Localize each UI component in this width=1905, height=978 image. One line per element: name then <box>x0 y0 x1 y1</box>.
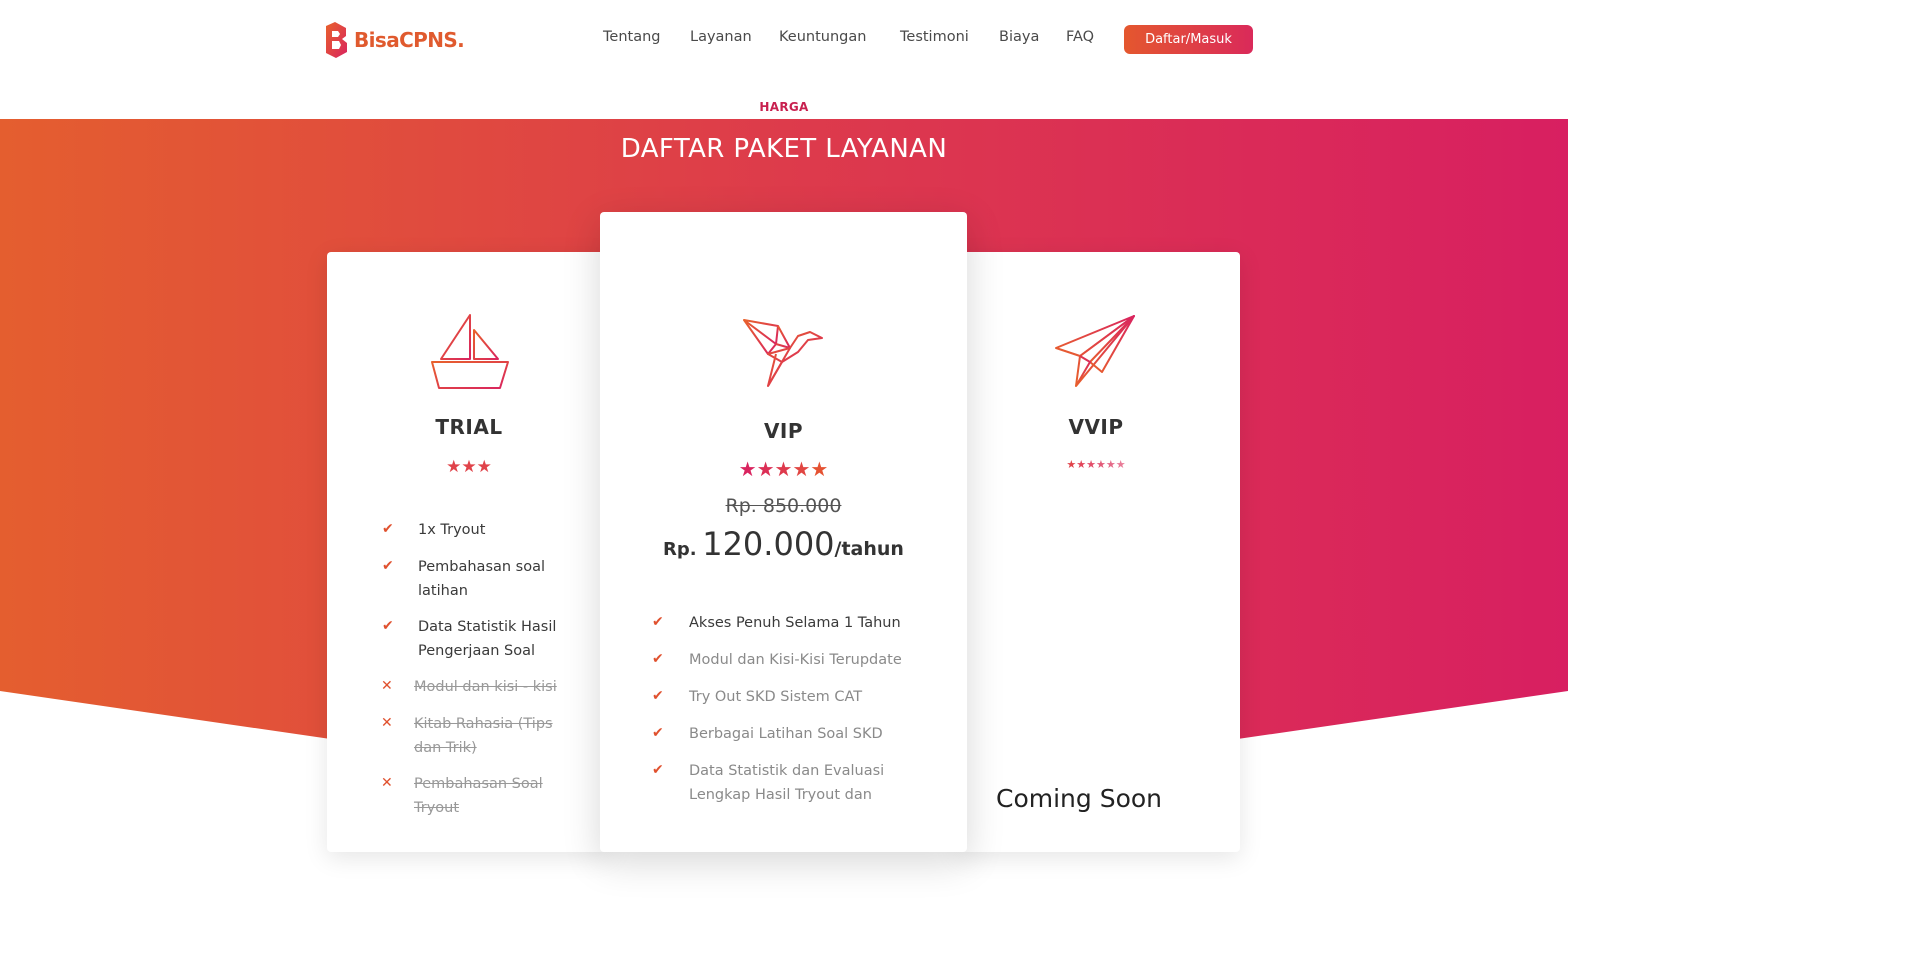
feature-item: Akses Penuh Selama 1 Tahun <box>689 615 901 631</box>
star-icon: ★ <box>446 457 462 477</box>
feature-item: Berbagai Latihan Soal SKD <box>689 726 883 742</box>
coming-soon-label: Coming Soon <box>996 784 1163 813</box>
rating-stars-vvip: ★ ★ ★ ★ ★ ★ <box>956 458 1236 471</box>
cross-icon: ✕ <box>381 715 393 731</box>
price-amount: 120.000 <box>702 525 835 563</box>
check-icon: ✔ <box>652 725 664 741</box>
sailboat-icon <box>431 314 509 389</box>
plan-name-vip: VIP <box>763 419 804 443</box>
star-icon: ★ <box>810 457 829 481</box>
price-period: /tahun <box>834 538 904 560</box>
feature-item-disabled: Modul dan kisi - kisi <box>414 679 557 695</box>
plan-name-trial: TRIAL <box>435 415 503 439</box>
feature-item-disabled: Kitab Rahasia (Tips dan Trik) <box>414 716 553 756</box>
brand-logo[interactable]: BisaCPNS. <box>323 20 465 60</box>
check-icon: ✔ <box>382 521 394 537</box>
feature-item-disabled: Pembahasan Soal Tryout <box>414 776 543 816</box>
cross-icon: ✕ <box>381 678 393 694</box>
check-icon: ✔ <box>652 688 664 704</box>
rating-stars-vip: ★ ★ ★ ★ ★ <box>600 457 967 481</box>
rating-stars-trial: ★ ★ ★ <box>327 457 611 477</box>
price-currency: Rp. <box>663 539 697 560</box>
brand-name: BisaCPNS. <box>354 28 465 52</box>
check-icon: ✔ <box>652 762 664 778</box>
nav-item-testimoni[interactable]: Testimoni <box>900 29 969 45</box>
plan-name-vvip: VVIP <box>1068 415 1124 439</box>
star-icon: ★ <box>738 457 757 481</box>
nav-item-biaya[interactable]: Biaya <box>999 29 1039 45</box>
origami-bird-icon <box>743 319 823 387</box>
star-icon: ★ <box>1096 458 1106 471</box>
star-icon: ★ <box>756 457 775 481</box>
star-icon: ★ <box>1086 458 1096 471</box>
check-icon: ✔ <box>652 614 664 630</box>
check-icon: ✔ <box>382 558 394 574</box>
plan-card-vip: VIP ★ ★ ★ ★ ★ Rp. 850.000 Rp. 120.000/ta… <box>600 212 967 852</box>
star-icon: ★ <box>792 457 811 481</box>
star-icon: ★ <box>1066 458 1077 471</box>
feature-item: 1x Tryout <box>418 522 486 538</box>
current-price: Rp. 120.000/tahun <box>600 525 967 563</box>
feature-item: Pembahasan soal latihan <box>418 559 546 599</box>
star-icon: ★ <box>476 457 492 477</box>
paper-plane-icon <box>1055 315 1135 387</box>
star-icon: ★ <box>1115 458 1126 471</box>
cross-icon: ✕ <box>381 775 393 791</box>
star-icon: ★ <box>1105 458 1116 471</box>
nav-item-faq[interactable]: FAQ <box>1066 29 1094 45</box>
section-title: DAFTAR PAKET LAYANAN <box>620 134 948 164</box>
site-header: BisaCPNS. Tentang Layanan Keuntungan Tes… <box>0 0 1568 80</box>
nav-item-layanan[interactable]: Layanan <box>690 29 752 45</box>
nav-item-tentang[interactable]: Tentang <box>603 29 660 45</box>
plan-card-vvip: VVIP ★ ★ ★ ★ ★ ★ Coming Soon <box>956 252 1240 852</box>
check-icon: ✔ <box>382 618 394 634</box>
nav-item-keuntungan[interactable]: Keuntungan <box>779 29 866 45</box>
feature-item: Modul dan Kisi-Kisi Terupdate <box>689 652 902 668</box>
section-eyebrow: HARGA <box>759 100 809 114</box>
feature-item: Try Out SKD Sistem CAT <box>689 689 863 705</box>
logo-mark-icon <box>326 22 347 58</box>
register-login-button[interactable]: Daftar/Masuk <box>1124 25 1253 54</box>
plan-card-trial: TRIAL ★ ★ ★ ✔ 1x Tryout ✔ Pembahasan soa… <box>327 252 611 852</box>
original-price: Rp. 850.000 <box>725 495 842 517</box>
star-icon: ★ <box>461 457 477 477</box>
feature-item: Data Statistik Hasil Pengerjaan Soal <box>418 619 557 659</box>
star-icon: ★ <box>774 457 793 481</box>
feature-item: Data Statistik dan Evaluasi Lengkap Hasi… <box>689 763 885 803</box>
check-icon: ✔ <box>652 651 664 667</box>
star-icon: ★ <box>1076 458 1087 471</box>
